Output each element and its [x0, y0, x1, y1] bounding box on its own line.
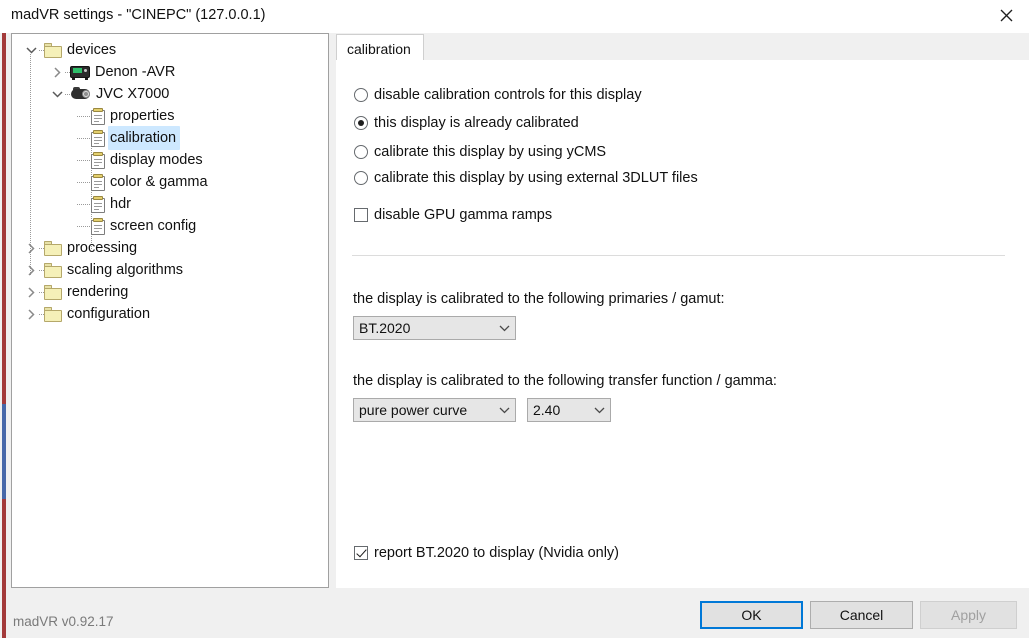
primaries-dropdown-value: BT.2020: [359, 320, 411, 336]
chevron-right-icon[interactable]: [23, 262, 39, 278]
chevron-right-icon[interactable]: [49, 64, 65, 80]
chevron-down-icon: [588, 407, 610, 414]
primaries-dropdown[interactable]: BT.2020: [353, 316, 516, 340]
document-icon: [91, 217, 105, 235]
folder-icon: [44, 284, 62, 300]
tree-connector: [77, 203, 91, 205]
chevron-down-icon[interactable]: [23, 42, 39, 58]
tree-item-calibration[interactable]: calibration: [12, 126, 328, 150]
tree-item-label: configuration: [67, 306, 151, 322]
close-icon[interactable]: [983, 0, 1029, 31]
tab-calibration[interactable]: calibration: [336, 34, 424, 61]
ok-button[interactable]: OK: [700, 601, 803, 629]
tree-connector: [77, 225, 91, 227]
tree-item-label: calibration: [108, 126, 181, 150]
radio-already-calibrated[interactable]: this display is already calibrated: [354, 115, 579, 131]
window-title: madVR settings - "CINEPC" (127.0.0.1): [11, 7, 266, 23]
tree-item-label: processing: [67, 240, 138, 256]
checkbox-indicator: [354, 208, 368, 222]
document-icon: [91, 129, 105, 147]
tree-connector: [77, 181, 91, 183]
avr-receiver-icon: [70, 65, 90, 80]
tree-item-scaling-algorithms[interactable]: scaling algorithms: [12, 259, 328, 281]
tree-item-denon-avr[interactable]: Denon -AVR: [12, 61, 328, 83]
chevron-right-icon[interactable]: [23, 306, 39, 322]
chevron-down-icon: [493, 325, 515, 332]
tab-strip: calibration: [336, 34, 1021, 61]
chevron-right-icon[interactable]: [23, 240, 39, 256]
calibration-pane: disable calibration controls for this di…: [336, 60, 1029, 588]
tree-connector: [77, 159, 91, 161]
tree-item-label: JVC X7000: [96, 86, 170, 102]
folder-icon: [44, 306, 62, 322]
checkbox-indicator: [354, 546, 368, 560]
gamma-dropdown[interactable]: 2.40: [527, 398, 611, 422]
cancel-button[interactable]: Cancel: [810, 601, 913, 629]
settings-tree-panel[interactable]: devices Denon -AVR JVC X7000 properties cali…: [11, 33, 329, 588]
radio-label: disable calibration controls for this di…: [374, 87, 642, 103]
checkbox-report-bt2020[interactable]: report BT.2020 to display (Nvidia only): [354, 545, 619, 561]
tree-item-label: devices: [67, 42, 117, 58]
tree-item-display-modes[interactable]: display modes: [12, 149, 328, 171]
folder-icon: [44, 240, 62, 256]
tree-item-hdr[interactable]: hdr: [12, 193, 328, 215]
document-icon: [91, 173, 105, 191]
tab-strip-background: [336, 34, 1021, 60]
tree-item-label: display modes: [110, 152, 203, 168]
tree-connector: [77, 115, 91, 117]
radio-disable-calibration-controls[interactable]: disable calibration controls for this di…: [354, 87, 642, 103]
tree-item-properties[interactable]: properties: [12, 105, 328, 127]
tree-item-color-gamma[interactable]: color & gamma: [12, 171, 328, 193]
chevron-right-icon[interactable]: [23, 284, 39, 300]
tree-item-label: rendering: [67, 284, 129, 300]
gamma-dropdown-value: 2.40: [533, 402, 561, 418]
tree-item-label: properties: [110, 108, 175, 124]
radio-indicator: [354, 116, 368, 130]
projector-icon: [70, 87, 91, 101]
transfer-function-dropdown[interactable]: pure power curve: [353, 398, 516, 422]
section-divider: [352, 255, 1005, 256]
version-label: madVR v0.92.17: [13, 614, 114, 629]
tree-item-label: Denon -AVR: [95, 64, 176, 80]
title-bar: madVR settings - "CINEPC" (127.0.0.1): [0, 0, 1029, 33]
chevron-down-icon: [493, 407, 515, 414]
transfer-function-label: the display is calibrated to the followi…: [353, 373, 777, 389]
radio-indicator: [354, 171, 368, 185]
tree-item-devices[interactable]: devices: [12, 39, 328, 61]
document-icon: [91, 151, 105, 169]
tree-connector: [77, 137, 91, 139]
tree-item-label: color & gamma: [110, 174, 208, 190]
madvr-settings-window: madVR settings - "CINEPC" (127.0.0.1) de…: [0, 0, 1029, 638]
radio-label: this display is already calibrated: [374, 115, 579, 131]
checkbox-label: disable GPU gamma ramps: [374, 207, 553, 223]
folder-icon: [44, 42, 62, 58]
primaries-label: the display is calibrated to the followi…: [353, 291, 725, 307]
document-icon: [91, 195, 105, 213]
radio-label: calibrate this display by using external…: [374, 170, 698, 186]
tree-item-label: screen config: [110, 218, 197, 234]
radio-calibrate-using-ycms[interactable]: calibrate this display by using yCMS: [354, 144, 606, 160]
checkbox-disable-gpu-gamma-ramps[interactable]: disable GPU gamma ramps: [354, 207, 552, 223]
tree-item-screen-config[interactable]: screen config: [12, 215, 328, 237]
tree-item-label: hdr: [110, 196, 131, 212]
tree-item-rendering[interactable]: rendering: [12, 281, 328, 303]
settings-tree: devices Denon -AVR JVC X7000 properties cali…: [12, 34, 328, 325]
checkbox-label: report BT.2020 to display (Nvidia only): [374, 545, 620, 561]
tree-item-label: scaling algorithms: [67, 262, 184, 278]
tree-item-processing[interactable]: processing: [12, 237, 328, 259]
chevron-down-icon[interactable]: [49, 86, 65, 102]
folder-icon: [44, 262, 62, 278]
tree-item-configuration[interactable]: configuration: [12, 303, 328, 325]
radio-indicator: [354, 145, 368, 159]
transfer-function-dropdown-value: pure power curve: [359, 402, 468, 418]
radio-indicator: [354, 88, 368, 102]
document-icon: [91, 107, 105, 125]
apply-button[interactable]: Apply: [920, 601, 1017, 629]
tree-item-jvc-x7000[interactable]: JVC X7000: [12, 83, 328, 105]
radio-calibrate-using-3dlut[interactable]: calibrate this display by using external…: [354, 170, 698, 186]
radio-label: calibrate this display by using yCMS: [374, 144, 607, 160]
